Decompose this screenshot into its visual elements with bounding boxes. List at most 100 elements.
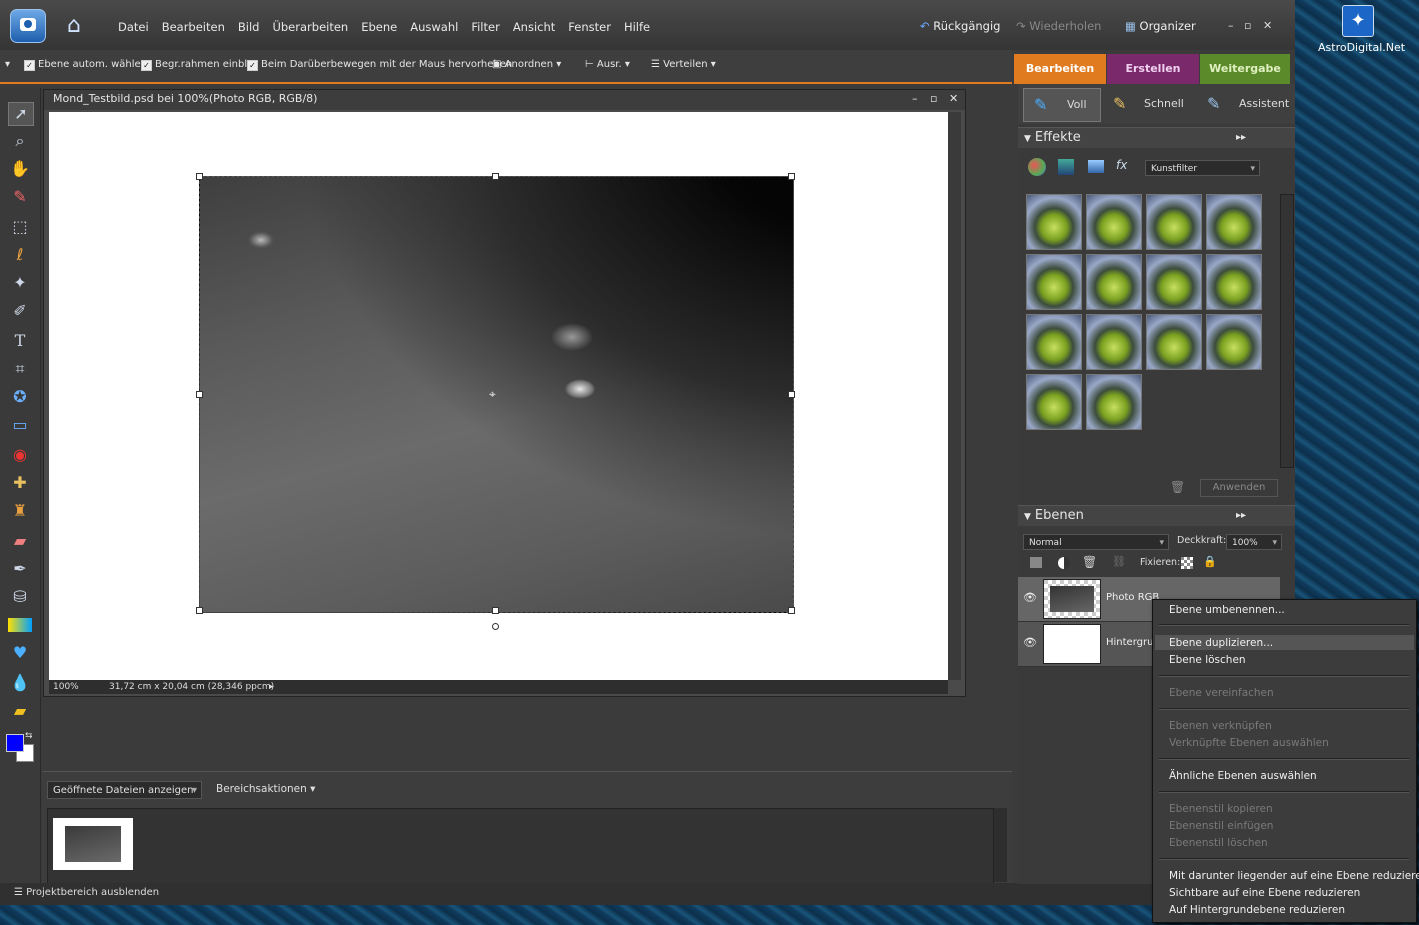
brush-tool-icon[interactable]: ✒ [8,558,32,580]
menu-bild[interactable]: Bild [238,20,260,34]
link-layers-icon[interactable]: ⛓ [1112,555,1126,568]
distribute-dropdown[interactable]: ☰ Verteilen ▾ [651,59,716,70]
zoom-tool-icon[interactable]: ⌕ [8,130,32,152]
effects-filter-dropdown[interactable]: Kunstfilter [1145,160,1260,177]
doc-close-icon[interactable]: ✕ [949,90,958,108]
effect-thumbnail[interactable] [1206,194,1262,250]
hover-highlight-checkbox[interactable]: ✓ Beim Darüberbewegen mit der Maus hervor… [247,59,512,71]
project-bin-scrollbar[interactable] [994,808,1007,882]
desktop-icon-astrodigital[interactable]: ✦ AstroDigital.Net [1318,5,1405,54]
foreground-color-swatch[interactable] [6,734,24,752]
hand-tool-icon[interactable]: ✋ [8,158,32,180]
organizer-button[interactable]: ▦ Organizer [1125,19,1196,33]
effect-thumbnail[interactable] [1026,194,1082,250]
transform-handle[interactable] [196,391,203,398]
canvas[interactable]: ⌖ [49,112,948,680]
new-layer-icon[interactable] [1030,557,1042,568]
visibility-eye-icon[interactable]: 👁 [1023,591,1037,604]
quick-selection-tool-icon[interactable]: ✐ [8,300,32,322]
zoom-level[interactable]: 100% [53,680,79,694]
opacity-field[interactable]: 100% [1226,534,1282,551]
shape-tool-icon[interactable]: ♥ [8,642,32,664]
eyedropper-tool-icon[interactable]: ✎ [8,186,32,208]
effect-thumbnail[interactable] [1206,254,1262,310]
panel-menu-icon[interactable]: ▸▸ [1236,506,1246,526]
tab-weitergabe[interactable]: Weitergabe [1200,54,1290,84]
bounding-box-checkbox[interactable]: ✓ Begr.rahmen einbl. [141,59,250,71]
edit-mode-full[interactable]: ✎ Voll [1023,88,1101,122]
minimize-icon[interactable]: – [1228,19,1234,32]
area-actions-dropdown[interactable]: Bereichsaktionen ▾ [216,783,315,795]
paint-bucket-tool-icon[interactable]: ⛁ [8,586,32,608]
effect-thumbnail[interactable] [1026,254,1082,310]
edit-mode-quick[interactable]: ✎ Schnell [1110,88,1190,120]
cookie-cutter-tool-icon[interactable]: ✪ [8,386,32,408]
hide-project-bin-toggle[interactable]: ☰ Projektbereich ausblenden [14,883,159,903]
adjustment-layer-icon[interactable] [1058,557,1070,569]
transform-handle[interactable] [788,173,795,180]
delete-layer-icon[interactable]: 🗑 [1082,555,1097,569]
blur-tool-icon[interactable]: 💧 [8,672,32,694]
crop-tool-icon[interactable]: ⌗ [8,358,32,380]
document-vertical-scrollbar[interactable] [948,112,961,680]
marquee-tool-icon[interactable]: ⬚ [8,216,32,238]
menu-ueberarbeiten[interactable]: Überarbeiten [272,20,348,34]
doc-maximize-icon[interactable]: ▫ [930,90,937,108]
gradient-tool-icon[interactable] [8,618,32,632]
photo-effects-icon[interactable] [1088,160,1104,173]
magic-wand-tool-icon[interactable]: ✦ [8,272,32,294]
menu-hilfe[interactable]: Hilfe [624,20,650,34]
sponge-tool-icon[interactable]: ▰ [8,700,32,722]
open-file-thumbnail[interactable] [53,818,133,870]
effect-thumbnail[interactable] [1146,254,1202,310]
apply-button[interactable]: Anwenden [1200,479,1278,497]
lasso-tool-icon[interactable]: ℓ [8,244,32,266]
camera-logo-icon[interactable] [10,9,46,43]
effect-thumbnail[interactable] [1026,374,1082,430]
menu-item-merge-down[interactable]: Mit darunter liegender auf eine Ebene re… [1169,870,1419,882]
transform-handle[interactable] [492,607,499,614]
arrange-dropdown[interactable]: ▣ Anordnen ▾ [492,59,561,70]
rotate-handle[interactable] [492,623,499,630]
transform-handle[interactable] [196,607,203,614]
trash-icon[interactable]: 🗑 [1170,480,1185,494]
visibility-eye-icon[interactable]: 👁 [1023,636,1037,649]
home-icon[interactable]: ⌂ [60,12,88,40]
panel-menu-icon[interactable]: ▸▸ [1236,128,1246,148]
menu-ansicht[interactable]: Ansicht [513,20,555,34]
effect-thumbnail[interactable] [1086,194,1142,250]
menu-datei[interactable]: Datei [118,20,149,34]
menu-ebene[interactable]: Ebene [361,20,397,34]
clone-stamp-tool-icon[interactable]: ♜ [8,500,32,522]
effect-thumbnail[interactable] [1086,254,1142,310]
healing-brush-tool-icon[interactable]: ✚ [8,472,32,494]
menu-item-select-similar[interactable]: Ähnliche Ebenen auswählen [1169,770,1317,782]
swap-colors-icon[interactable]: ⇆ [25,731,33,741]
red-eye-tool-icon[interactable]: ◉ [8,444,32,466]
filters-icon[interactable] [1028,158,1046,176]
menu-item-flatten[interactable]: Auf Hintergrundebene reduzieren [1169,904,1345,916]
menu-fenster[interactable]: Fenster [568,20,611,34]
align-dropdown[interactable]: ⊢ Ausr. ▾ [585,59,630,70]
menu-item-delete-layer[interactable]: Ebene löschen [1169,654,1246,666]
open-files-dropdown[interactable]: Geöffnete Dateien anzeigen [47,781,202,800]
menu-filter[interactable]: Filter [471,20,499,34]
redo-button[interactable]: ↷ Wiederholen [1016,19,1101,33]
fx-icon[interactable]: fx [1116,158,1127,172]
layers-panel-header[interactable]: ▼ Ebenen ▸▸ [1018,505,1295,526]
menu-auswahl[interactable]: Auswahl [410,20,458,34]
edit-mode-guided[interactable]: ✎ Assistent [1205,88,1295,120]
effects-scrollbar[interactable] [1280,194,1294,468]
effect-thumbnail[interactable] [1146,314,1202,370]
type-tool-icon[interactable]: T [8,330,32,352]
auto-select-checkbox[interactable]: ✓ Ebene autom. wählen [24,59,147,71]
blend-mode-dropdown[interactable]: Normal [1023,534,1169,551]
lock-all-icon[interactable]: 🔒 [1203,555,1217,568]
effect-thumbnail[interactable] [1086,314,1142,370]
menu-bearbeiten[interactable]: Bearbeiten [162,20,225,34]
effect-thumbnail[interactable] [1026,314,1082,370]
eraser-tool-icon[interactable]: ▰ [8,530,32,552]
transform-handle[interactable] [492,173,499,180]
transform-handle[interactable] [788,391,795,398]
undo-button[interactable]: ↶ Rückgängig [920,19,1000,33]
